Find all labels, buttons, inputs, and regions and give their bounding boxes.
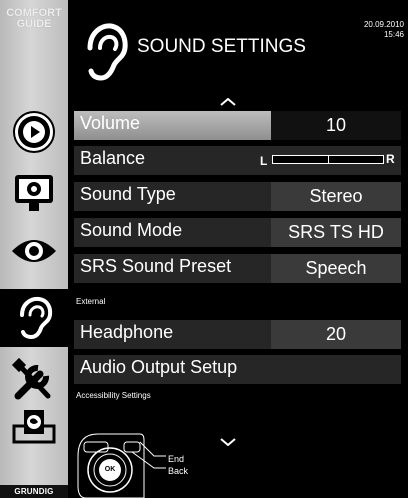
sidebar-item-picture[interactable] [0, 162, 68, 220]
sound-type-row[interactable]: Sound Type Stereo [74, 182, 401, 211]
srs-preset-label: SRS Sound Preset [80, 256, 232, 276]
sound-mode-value[interactable]: SRS TS HD [271, 218, 401, 247]
sound-mode-label: Sound Mode [80, 220, 183, 240]
headphone-label: Headphone [80, 322, 174, 342]
time: 15:46 [383, 30, 404, 39]
sidebar: COMFORT GUIDE GRUNDIG [0, 0, 68, 498]
sidebar-item-source[interactable] [0, 102, 68, 160]
balance-slider[interactable] [272, 155, 384, 164]
srs-preset-row[interactable]: SRS Sound Preset Speech [74, 254, 401, 283]
section-accessibility: Accessibility Settings [76, 391, 151, 400]
date-time: 20.09.2010 15:46 [348, 20, 404, 40]
section-external: External [76, 297, 106, 306]
volume-label: Volume [80, 113, 141, 133]
ear-icon [87, 23, 128, 81]
hint-back: Back [168, 466, 189, 476]
grundig-logo: GRUNDIG [0, 485, 68, 498]
volume-row[interactable]: Volume 10 [74, 111, 401, 140]
sound-type-label: Sound Type [80, 184, 176, 204]
sidebar-item-eye[interactable] [0, 225, 68, 283]
ok-button-icon: OK [99, 459, 121, 481]
audio-output-label: Audio Output Setup [80, 357, 238, 377]
sidebar-item-sound-active[interactable] [0, 289, 68, 347]
comfort-guide-line2: GUIDE [16, 18, 52, 30]
balance-center-mark [328, 155, 329, 164]
play-circle-icon [13, 111, 55, 153]
scroll-down-icon[interactable] [220, 438, 236, 446]
headphone-row[interactable]: Headphone 20 [74, 320, 401, 349]
tools-icon [11, 357, 51, 400]
comfort-guide[interactable]: COMFORT GUIDE [0, 8, 68, 30]
sound-mode-row[interactable]: Sound Mode SRS TS HD [74, 218, 401, 247]
page-title: SOUND SETTINGS [137, 36, 306, 57]
ear-icon [20, 296, 53, 340]
headphone-value[interactable]: 20 [271, 320, 401, 349]
hint-end: End [168, 454, 185, 464]
balance-left-label: L [260, 154, 268, 168]
sidebar-item-network[interactable] [0, 400, 68, 458]
balance-right-label: R [386, 152, 395, 166]
scroll-up-icon[interactable] [220, 98, 236, 106]
picture-settings-icon [15, 175, 53, 211]
audio-output-row[interactable]: Audio Output Setup [74, 355, 401, 384]
sound-type-value[interactable]: Stereo [271, 182, 401, 211]
date: 20.09.2010 [363, 20, 404, 29]
network-globe-icon [12, 410, 56, 444]
balance-label: Balance [80, 148, 146, 168]
remote-navigation-icon [77, 433, 166, 498]
srs-preset-value[interactable]: Speech [271, 254, 401, 283]
eye-icon [12, 240, 56, 262]
volume-value[interactable]: 10 [271, 111, 401, 140]
